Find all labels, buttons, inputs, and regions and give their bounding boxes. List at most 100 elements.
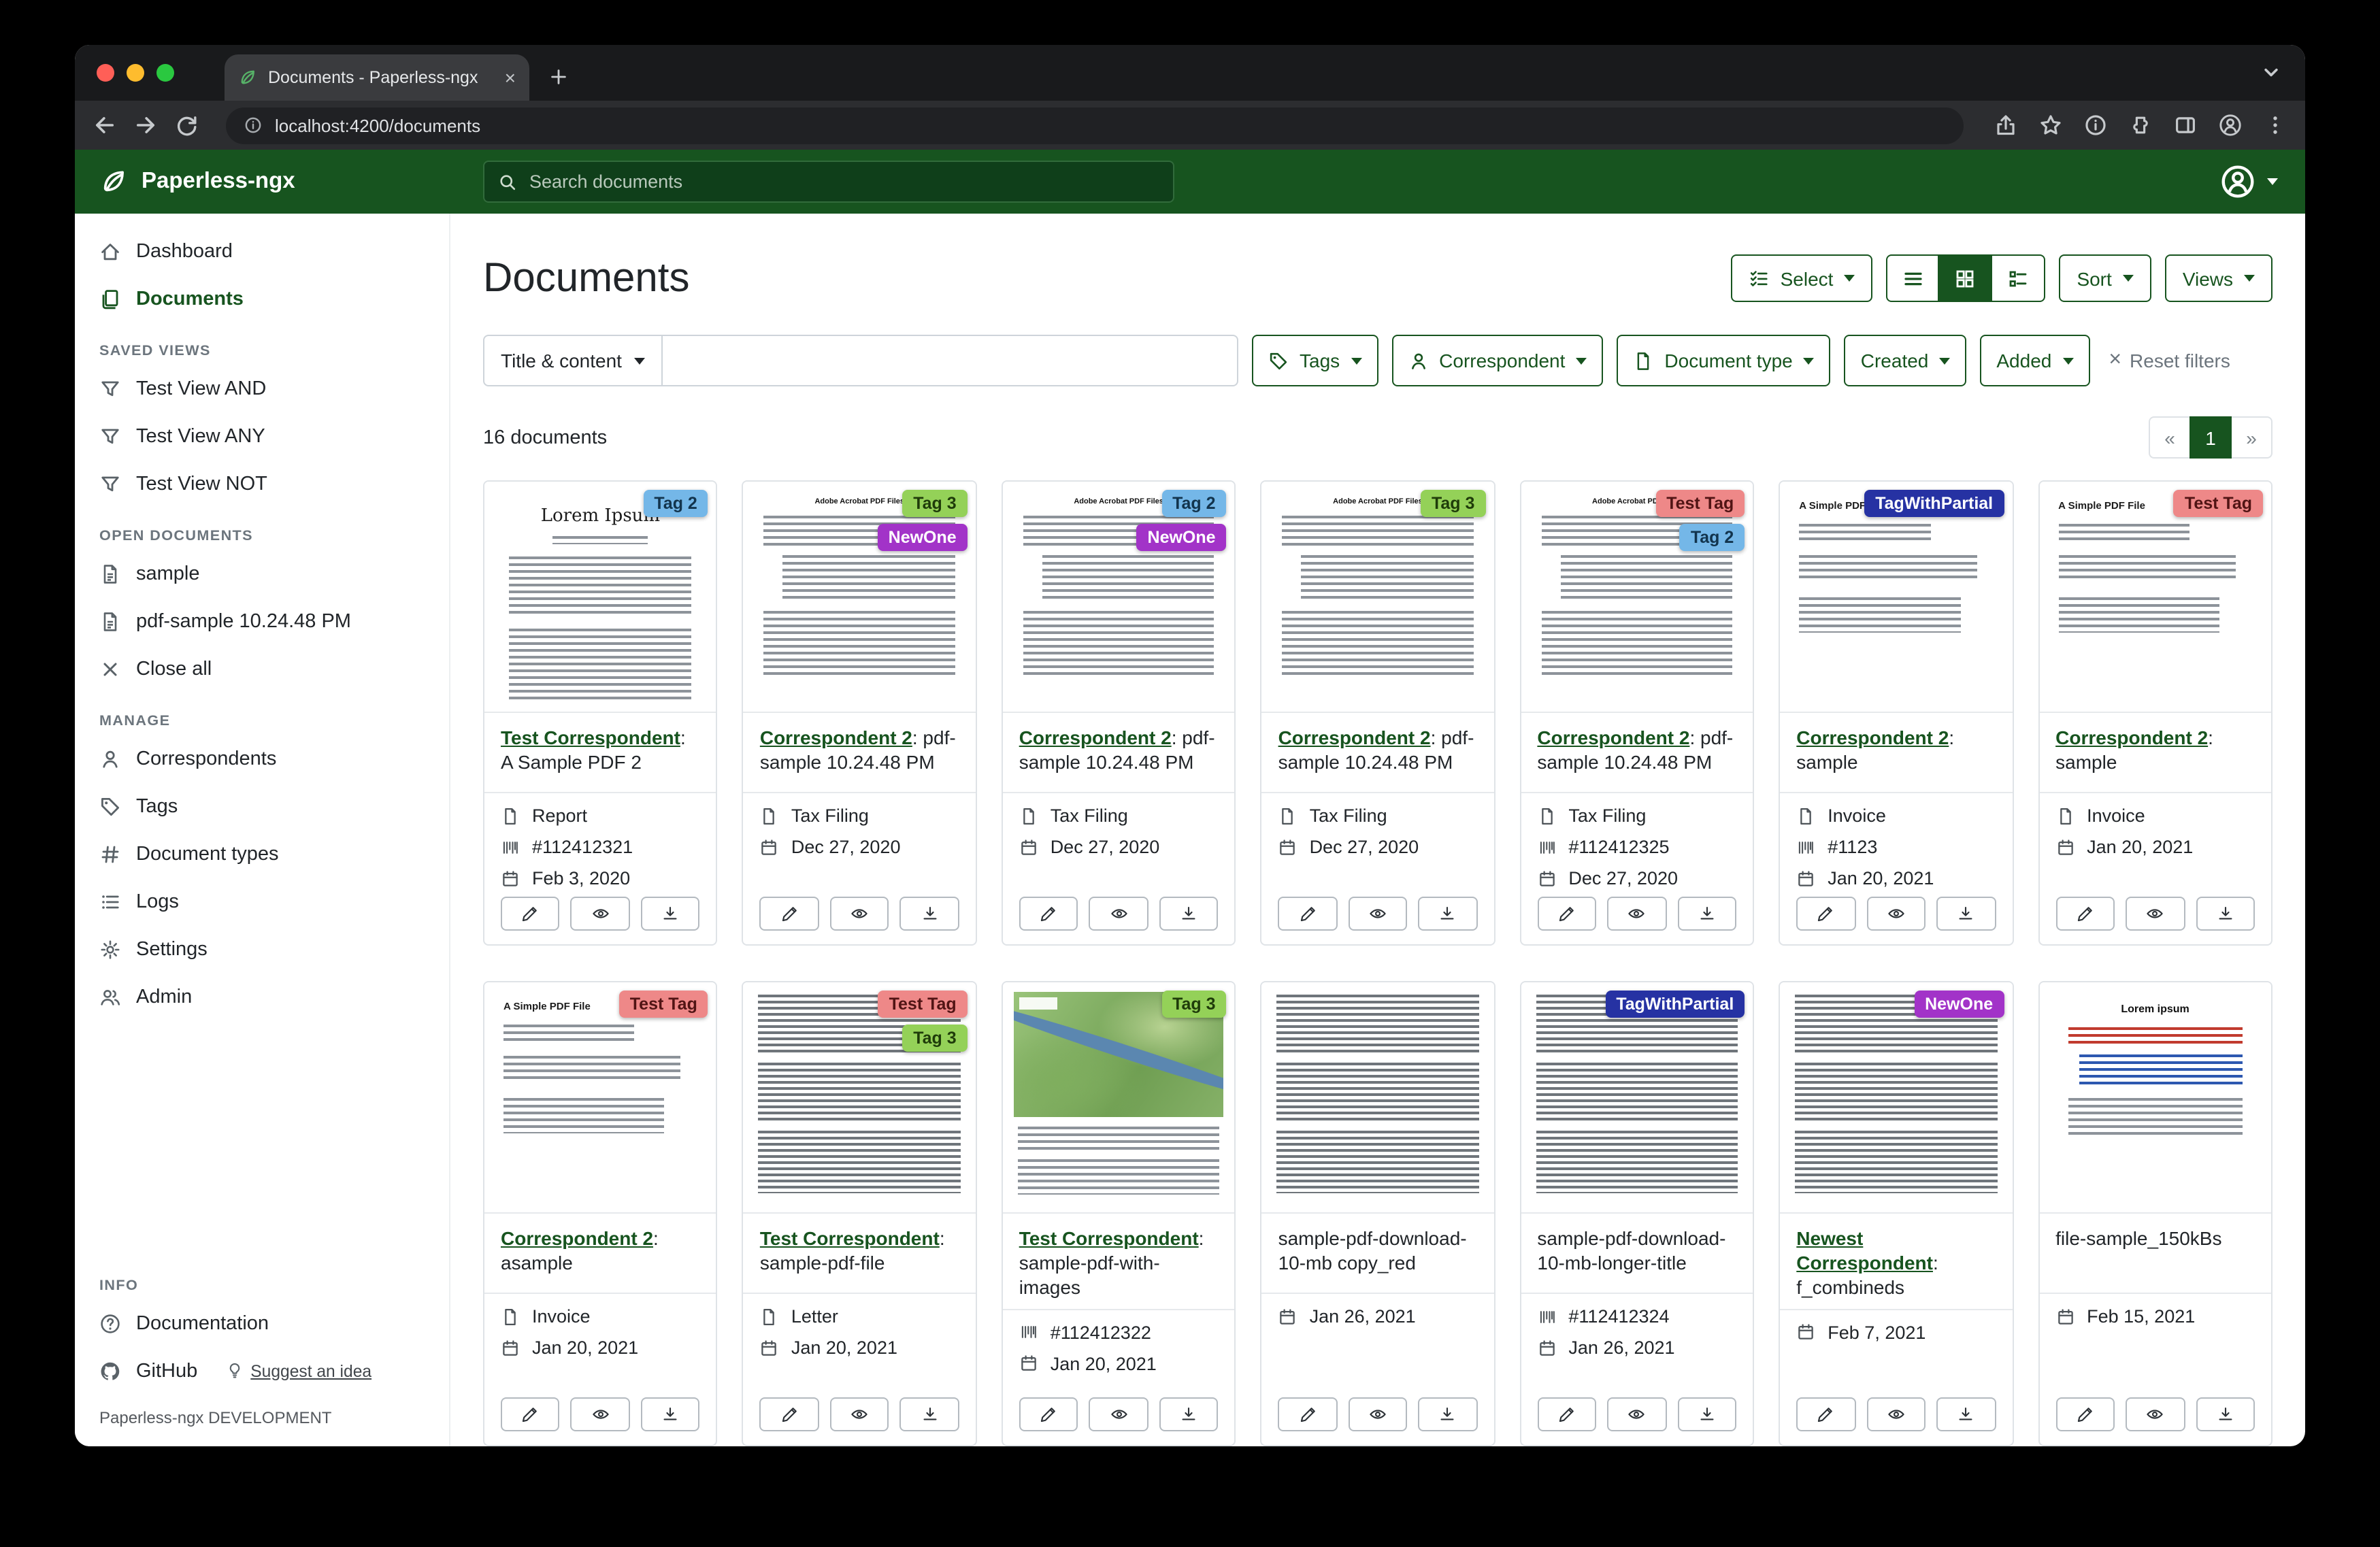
forward-icon[interactable]	[133, 113, 158, 137]
sidebar-item-settings[interactable]: Settings	[75, 925, 449, 973]
side-panel-icon[interactable]	[2173, 113, 2198, 137]
edit-button[interactable]	[1278, 1397, 1338, 1431]
document-thumbnail[interactable]: Adobe Acrobat PDF Files Tag 3	[1262, 482, 1494, 713]
tag-badge[interactable]: Tag 2	[1680, 524, 1745, 551]
tag-badge[interactable]: TagWithPartial	[1864, 490, 2004, 517]
view-button[interactable]	[1866, 897, 1926, 931]
view-button[interactable]	[2126, 1397, 2185, 1431]
correspondent-link[interactable]: Correspondent 2	[1278, 727, 1431, 748]
correspondent-filter-button[interactable]: Correspondent	[1391, 335, 1603, 386]
tag-badge[interactable]: Tag 3	[1421, 490, 1485, 517]
download-button[interactable]	[1677, 897, 1736, 931]
sort-button[interactable]: Sort	[2059, 254, 2151, 302]
download-button[interactable]	[1936, 897, 1996, 931]
edit-button[interactable]	[2055, 1397, 2115, 1431]
reset-filters-button[interactable]: × Reset filters	[2109, 350, 2230, 371]
edit-button[interactable]	[501, 1397, 560, 1431]
new-tab-button[interactable]	[540, 59, 576, 94]
document-thumbnail[interactable]: Adobe Acrobat PDF Files Tag 2NewOne	[1003, 482, 1235, 713]
sidebar-item-open-doc-sample[interactable]: sample	[75, 550, 449, 597]
document-thumbnail[interactable]: A Simple PDF File Test Tag	[484, 982, 716, 1214]
extensions-puzzle-icon[interactable]	[2128, 113, 2153, 137]
sidebar-item-documents[interactable]: Documents	[75, 275, 449, 322]
correspondent-link[interactable]: Correspondent 2	[760, 727, 912, 748]
correspondent-link[interactable]: Correspondent 2	[1019, 727, 1172, 748]
views-button[interactable]: Views	[2165, 254, 2272, 302]
edit-button[interactable]	[2055, 897, 2115, 931]
download-button[interactable]	[1677, 1397, 1736, 1431]
tag-badge[interactable]: Tag 3	[902, 490, 967, 517]
sidebar-item-dashboard[interactable]: Dashboard	[75, 227, 449, 275]
view-button[interactable]	[1607, 897, 1666, 931]
edit-button[interactable]	[1537, 897, 1596, 931]
created-filter-button[interactable]: Created	[1845, 335, 1967, 386]
document-thumbnail[interactable]: A Simple PDF File Test Tag	[2039, 482, 2271, 713]
correspondent-link[interactable]: Correspondent 2	[2055, 727, 2208, 748]
site-info-icon[interactable]	[244, 116, 263, 135]
edit-button[interactable]	[1019, 1397, 1078, 1431]
document-thumbnail[interactable]: Lorem Ipsum Tag 2	[484, 482, 716, 713]
sidebar-item-test-view-not[interactable]: Test View NOT	[75, 460, 449, 508]
view-button[interactable]	[1089, 897, 1148, 931]
document-thumbnail[interactable]: Lorem ipsum	[2039, 982, 2271, 1214]
edit-button[interactable]	[501, 897, 560, 931]
list-view-button[interactable]	[1886, 254, 1939, 302]
menu-dots-icon[interactable]	[2263, 113, 2287, 137]
edit-button[interactable]	[1278, 897, 1338, 931]
download-button[interactable]	[2196, 1397, 2255, 1431]
sidebar-item-logs[interactable]: Logs	[75, 878, 449, 925]
document-thumbnail[interactable]: Tag 3	[1003, 982, 1235, 1214]
edit-button[interactable]	[760, 1397, 819, 1431]
view-button[interactable]	[571, 1397, 630, 1431]
sidebar-item-test-view-any[interactable]: Test View ANY	[75, 412, 449, 460]
correspondent-link[interactable]: Correspondent 2	[501, 1227, 653, 1249]
correspondent-link[interactable]: Test Correspondent	[760, 1227, 940, 1249]
download-button[interactable]	[641, 1397, 700, 1431]
tag-badge[interactable]: Test Tag	[878, 991, 968, 1018]
document-type-filter-button[interactable]: Document type	[1617, 335, 1830, 386]
filter-text-input[interactable]	[663, 335, 1238, 386]
sidebar-item-open-doc-pdf-sample[interactable]: pdf-sample 10.24.48 PM	[75, 597, 449, 645]
view-button[interactable]	[830, 1397, 889, 1431]
view-button[interactable]	[1349, 1397, 1408, 1431]
view-button[interactable]	[2126, 897, 2185, 931]
close-tab-icon[interactable]: ×	[505, 68, 516, 87]
view-button[interactable]	[1089, 1397, 1148, 1431]
tab-search-button[interactable]	[2259, 60, 2283, 91]
correspondent-link[interactable]: Correspondent 2	[1537, 727, 1689, 748]
tag-badge[interactable]: Tag 2	[643, 490, 708, 517]
document-thumbnail[interactable]: NewOne	[1780, 982, 2012, 1214]
document-thumbnail[interactable]: TagWithPartial	[1521, 982, 1753, 1214]
view-button[interactable]	[1866, 1397, 1926, 1431]
tags-filter-button[interactable]: Tags	[1252, 335, 1378, 386]
document-thumbnail[interactable]	[1262, 982, 1494, 1214]
address-bar[interactable]: localhost:4200/documents	[226, 107, 1964, 144]
user-menu[interactable]	[2219, 163, 2305, 200]
document-thumbnail[interactable]: A Simple PDF File TagWithPartial	[1780, 482, 2012, 713]
edit-button[interactable]	[1019, 897, 1078, 931]
global-search[interactable]	[483, 161, 1174, 203]
download-button[interactable]	[1159, 897, 1219, 931]
view-button[interactable]	[830, 897, 889, 931]
back-icon[interactable]	[93, 113, 117, 137]
edit-button[interactable]	[1796, 897, 1855, 931]
tag-badge[interactable]: NewOne	[1914, 991, 2004, 1018]
view-button[interactable]	[1349, 897, 1408, 931]
sidebar-item-admin[interactable]: Admin	[75, 973, 449, 1020]
document-thumbnail[interactable]: Test Tag Tag 3	[744, 982, 976, 1214]
browser-tab[interactable]: Documents - Paperless-ngx ×	[225, 54, 529, 101]
tag-badge[interactable]: Tag 3	[1161, 991, 1226, 1018]
download-button[interactable]	[1418, 1397, 1477, 1431]
correspondent-link[interactable]: Test Correspondent	[501, 727, 680, 748]
prev-page-button[interactable]: «	[2149, 416, 2191, 459]
tag-badge[interactable]: Tag 3	[902, 1025, 967, 1052]
download-button[interactable]	[1936, 1397, 1996, 1431]
edit-button[interactable]	[1796, 1397, 1855, 1431]
download-button[interactable]	[1418, 897, 1477, 931]
tag-badge[interactable]: Test Tag	[619, 991, 708, 1018]
tag-badge[interactable]: TagWithPartial	[1605, 991, 1745, 1018]
view-button[interactable]	[1607, 1397, 1666, 1431]
download-button[interactable]	[900, 897, 959, 931]
detail-view-button[interactable]	[1992, 254, 2045, 302]
reload-icon[interactable]	[174, 113, 199, 137]
